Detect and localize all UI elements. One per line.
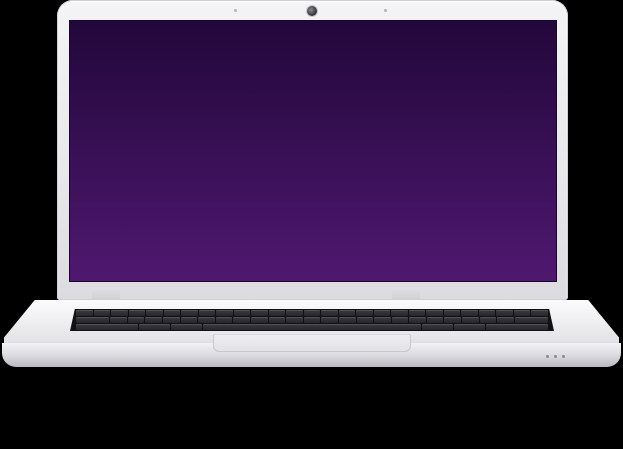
key (443, 310, 461, 316)
key (461, 310, 478, 316)
key (338, 317, 356, 323)
key (478, 310, 496, 316)
key (338, 310, 356, 316)
key (303, 317, 321, 323)
key (268, 310, 286, 316)
space-key (203, 324, 421, 330)
key (76, 324, 139, 330)
key (286, 317, 303, 323)
key (479, 317, 497, 323)
key (180, 317, 198, 323)
keyboard-row (76, 310, 548, 316)
key (409, 317, 426, 323)
key (145, 317, 162, 323)
laptop-screen (69, 20, 557, 282)
key (216, 310, 233, 316)
key (531, 310, 548, 316)
key (198, 317, 215, 323)
laptop-mockup (0, 0, 623, 449)
key (356, 310, 373, 316)
key (76, 317, 110, 323)
key (250, 317, 268, 323)
key (497, 317, 514, 323)
camera-indicator (384, 9, 387, 12)
laptop-lid (57, 0, 568, 300)
status-led-icon (554, 355, 557, 358)
key (453, 324, 485, 330)
keyboard-row (76, 317, 549, 323)
key (110, 317, 127, 323)
key (76, 310, 93, 316)
key (171, 324, 203, 330)
key (111, 310, 128, 316)
key (513, 310, 531, 316)
key (391, 317, 409, 323)
key (233, 317, 250, 323)
status-led-icon (546, 355, 549, 358)
key (496, 310, 513, 316)
key (444, 317, 462, 323)
key (251, 310, 268, 316)
key (198, 310, 216, 316)
key (321, 317, 338, 323)
key (181, 310, 198, 316)
keyboard-row (76, 324, 548, 330)
key (127, 317, 145, 323)
key (391, 310, 408, 316)
key (303, 310, 321, 316)
key (408, 310, 426, 316)
key (514, 317, 549, 323)
key (356, 317, 374, 323)
key (485, 324, 548, 330)
key (268, 317, 286, 323)
key (233, 310, 251, 316)
status-leds (546, 355, 565, 358)
camera-icon (307, 6, 317, 16)
status-led-icon (562, 355, 565, 358)
key (373, 310, 391, 316)
key (426, 310, 443, 316)
key (462, 317, 479, 323)
ambient-light-sensor (234, 9, 237, 12)
key (421, 324, 453, 330)
key (162, 317, 180, 323)
trackpad (213, 334, 411, 352)
key (139, 324, 171, 330)
key (93, 310, 111, 316)
hinge-left (92, 288, 120, 300)
key (128, 310, 146, 316)
hinge-right (392, 288, 420, 300)
key (374, 317, 391, 323)
key (286, 310, 303, 316)
keyboard (70, 309, 554, 331)
key (215, 317, 233, 323)
key (426, 317, 444, 323)
key (321, 310, 338, 316)
key (163, 310, 181, 316)
key (146, 310, 163, 316)
